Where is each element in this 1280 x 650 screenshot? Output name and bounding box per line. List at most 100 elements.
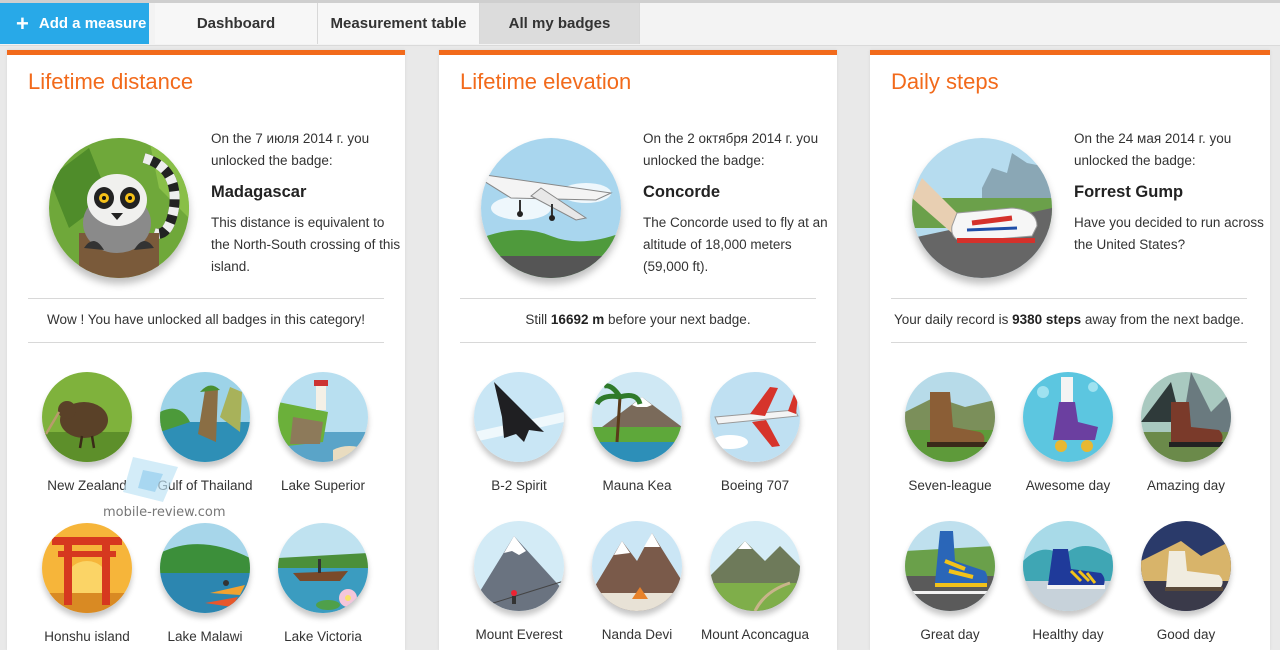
canoe-lily-icon	[278, 523, 368, 613]
status-before: Your daily record is	[894, 312, 1013, 327]
badge-description: Have you decided to run across the Unite…	[1074, 215, 1264, 252]
badge-seven-league[interactable]: Seven-league	[891, 372, 1009, 493]
status-value: 9380 steps	[1012, 312, 1082, 327]
panel-lifetime-distance: Lifetime distance On the 7 июля 2014 г. …	[7, 50, 405, 650]
badge-info: On the 2 октября 2014 г. you unlocked th…	[643, 128, 833, 278]
badge-mount-everest[interactable]: Mount Everest	[460, 521, 578, 642]
unlock-date: On the 7 июля 2014 г. you	[211, 131, 370, 146]
sneaker-icon	[1023, 521, 1113, 611]
badge-honshu-island[interactable]: Honshu island	[28, 523, 146, 644]
badge-mount-aconcagua[interactable]: Mount Aconcagua	[696, 521, 814, 642]
status-before: Still	[525, 312, 551, 327]
status-after: away from the next badge.	[1081, 312, 1244, 327]
badge-lake-malawi[interactable]: Lake Malawi	[146, 523, 264, 644]
badge-label: Mount Aconcagua	[700, 627, 810, 642]
mountain-valley-icon	[710, 521, 800, 611]
badge-name: Forrest Gump	[1074, 183, 1184, 201]
kiwi-bird-icon	[42, 372, 132, 462]
panel-daily-steps: Daily steps On the 24 мая 2014 г. you un…	[870, 50, 1270, 650]
badge-label: Nanda Devi	[601, 627, 673, 642]
badge-info: On the 24 мая 2014 г. you unlocked the b…	[1074, 128, 1264, 256]
sea-rock-icon	[160, 372, 250, 462]
badge-description: This distance is equivalent to the North…	[211, 215, 401, 274]
mountain-climber-icon	[474, 521, 564, 611]
unlock-text: unlocked the badge:	[643, 153, 765, 168]
badge-name: Madagascar	[211, 183, 307, 201]
volcano-palm-icon	[592, 372, 682, 462]
badge-label: B-2 Spirit	[491, 478, 547, 493]
divider	[891, 298, 1247, 299]
lemur-icon[interactable]	[49, 138, 189, 278]
badge-label: Lake Malawi	[167, 629, 243, 644]
status-value: 16692 m	[550, 312, 605, 327]
plus-icon: +	[16, 10, 29, 36]
panel-title: Daily steps	[891, 69, 999, 94]
badge-label: Healthy day	[1032, 627, 1104, 642]
divider	[891, 342, 1247, 343]
unlock-text: unlocked the badge:	[211, 153, 333, 168]
badge-good-day[interactable]: Good day	[1127, 521, 1245, 642]
badge-label: Seven-league	[908, 478, 992, 493]
divider	[460, 298, 816, 299]
tab-measurement-table-label: Measurement table	[330, 15, 467, 32]
watermark-text: mobile-review.com	[103, 505, 226, 520]
tab-dashboard-label: Dashboard	[196, 15, 276, 32]
badge-label: Great day	[920, 627, 980, 642]
divider	[28, 342, 384, 343]
concorde-icon[interactable]	[481, 138, 621, 278]
unlock-date: On the 24 мая 2014 г. you	[1074, 131, 1232, 146]
badge-lake-superior[interactable]: Lake Superior	[264, 372, 382, 493]
running-shoe-icon	[905, 521, 995, 611]
divider	[28, 298, 384, 299]
badge-label: Boeing 707	[720, 478, 790, 493]
badge-label: Lake Superior	[280, 478, 366, 493]
badge-great-day[interactable]: Great day	[891, 521, 1009, 642]
badge-label: Amazing day	[1146, 478, 1226, 493]
badge-lake-victoria[interactable]: Lake Victoria	[264, 523, 382, 644]
roller-skate-icon	[1023, 372, 1113, 462]
badge-label: Awesome day	[1025, 478, 1111, 493]
badge-label: Lake Victoria	[284, 629, 362, 644]
status-message: Wow ! You have unlocked all badges in th…	[47, 312, 365, 327]
badge-amazing-day[interactable]: Amazing day	[1127, 372, 1245, 493]
tab-all-my-badges-label: All my badges	[508, 15, 611, 32]
lighthouse-icon	[278, 372, 368, 462]
panel-title: Lifetime distance	[28, 69, 194, 94]
badge-awesome-day[interactable]: Awesome day	[1009, 372, 1127, 493]
airliner-icon	[710, 372, 800, 462]
stealth-bomber-icon	[474, 372, 564, 462]
running-shoe-hero-icon[interactable]	[912, 138, 1052, 278]
badge-name: Concorde	[643, 183, 721, 201]
unlock-text: unlocked the badge:	[1074, 153, 1196, 168]
tab-all-my-badges[interactable]: All my badges	[480, 3, 640, 44]
status-after: before your next badge.	[604, 312, 751, 327]
add-measure-label: Add a measure	[38, 15, 147, 32]
panel-title: Lifetime elevation	[460, 69, 632, 94]
torii-gate-icon	[42, 523, 132, 613]
status-message: Still 16692 m before your next badge.	[460, 312, 816, 327]
mountain-camp-icon	[592, 521, 682, 611]
badge-label: Honshu island	[44, 629, 130, 644]
status-message: Your daily record is 9380 steps away fro…	[891, 312, 1247, 327]
kayak-icon	[160, 523, 250, 613]
badge-info: On the 7 июля 2014 г. you unlocked the b…	[211, 128, 401, 278]
boot-icon	[905, 372, 995, 462]
dress-shoe-icon	[1141, 521, 1231, 611]
tab-dashboard[interactable]: Dashboard	[155, 3, 318, 44]
top-navigation: + Add a measure Dashboard Measurement ta…	[0, 0, 1280, 46]
divider	[460, 342, 816, 343]
badge-healthy-day[interactable]: Healthy day	[1009, 521, 1127, 642]
panel-lifetime-elevation: Lifetime elevation On the 2 октября 2014…	[439, 50, 837, 650]
add-measure-button[interactable]: + Add a measure	[0, 3, 149, 44]
hiking-boot-icon	[1141, 372, 1231, 462]
tab-measurement-table[interactable]: Measurement table	[318, 3, 480, 44]
badge-nanda-devi[interactable]: Nanda Devi	[578, 521, 696, 642]
badge-description: The Concorde used to fly at an altitude …	[643, 215, 828, 274]
badge-label: Mauna Kea	[602, 478, 672, 493]
badge-boeing-707[interactable]: Boeing 707	[696, 372, 814, 493]
unlock-date: On the 2 октября 2014 г. you	[643, 131, 819, 146]
badge-label: Good day	[1156, 627, 1216, 642]
badge-label: Mount Everest	[475, 627, 563, 642]
badge-mauna-kea[interactable]: Mauna Kea	[578, 372, 696, 493]
badge-b-2-spirit[interactable]: B-2 Spirit	[460, 372, 578, 493]
